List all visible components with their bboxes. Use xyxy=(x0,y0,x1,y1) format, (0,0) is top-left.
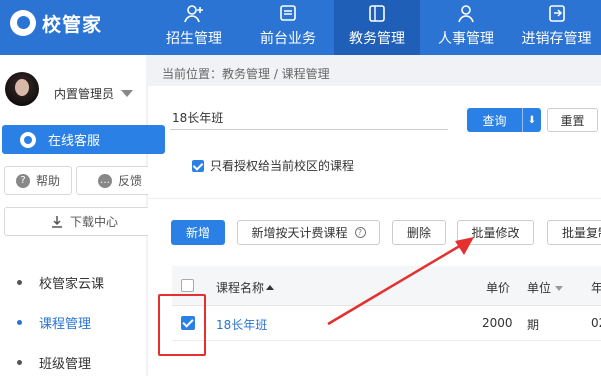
download-label: 下载中心 xyxy=(69,215,118,229)
course-extra: 02 xyxy=(591,316,601,330)
question-icon: ? xyxy=(15,173,30,188)
sort-descending-icon xyxy=(555,286,564,291)
query-label: 查询 xyxy=(482,113,507,128)
reset-button[interactable]: 重置 xyxy=(547,108,598,132)
nav-label: 前台业务 xyxy=(260,31,316,47)
nav-hr[interactable]: 人事管理 xyxy=(424,0,508,55)
user-name[interactable]: 内置管理员 xyxy=(54,85,114,102)
feedback-icon: … xyxy=(97,173,112,188)
column-header-price: 单价 xyxy=(486,281,511,295)
download-center-button[interactable]: 下载中心 xyxy=(4,207,164,236)
nav-label: 人事管理 xyxy=(438,31,494,47)
exit-box-icon xyxy=(548,5,565,22)
column-header-unit[interactable]: 单位 xyxy=(527,279,564,296)
column-header-label: 单位 xyxy=(527,281,552,295)
annotation-highlight-box xyxy=(158,294,206,356)
sidebar-item-course-management[interactable]: 课程管理 xyxy=(0,312,146,332)
nav-enrollment[interactable]: 招生管理 xyxy=(152,0,236,55)
add-button[interactable]: 新增 xyxy=(171,220,225,245)
book-icon xyxy=(369,5,385,22)
top-nav-bar: 校管家 招生管理 前台业务 教务管理 人事管理 进销存管理 xyxy=(0,0,601,55)
bullet-icon xyxy=(17,360,22,365)
nav-academic[interactable]: 教务管理 xyxy=(334,0,420,55)
download-icon xyxy=(51,215,62,228)
breadcrumb: 当前位置：教务管理 / 课程管理 xyxy=(162,67,330,81)
app-logo[interactable]: 校管家 xyxy=(10,8,102,38)
help-button[interactable]: ? 帮助 xyxy=(4,166,72,195)
column-header-extra: 年 xyxy=(591,281,601,295)
avatar[interactable] xyxy=(5,72,39,106)
authorized-only-checkbox[interactable]: 只看授权给当前校区的课程 xyxy=(192,157,354,174)
course-price: 2000 xyxy=(482,316,513,330)
nav-front-desk[interactable]: 前台业务 xyxy=(246,0,330,55)
divider xyxy=(148,198,601,199)
authorized-only-label: 只看授权给当前校区的课程 xyxy=(210,159,355,173)
chat-icon xyxy=(20,131,36,148)
person-add-icon xyxy=(184,5,203,23)
caret-down-icon[interactable] xyxy=(121,90,133,97)
double-chevron-down-icon[interactable]: ⬇ xyxy=(523,115,541,126)
sidebar-item-cloud-course[interactable]: 校管家云课 xyxy=(0,272,146,292)
help-label: 帮助 xyxy=(35,174,60,188)
nav-label: 进销存管理 xyxy=(521,31,592,47)
batch-copy-button[interactable]: 批量复制 xyxy=(547,220,601,245)
feedback-label: 反馈 xyxy=(117,174,142,188)
person-icon xyxy=(458,5,474,23)
batch-edit-button[interactable]: 批量修改 xyxy=(457,220,534,245)
sidebar-item-label: 班级管理 xyxy=(39,357,92,372)
column-header-label: 课程名称 xyxy=(216,281,265,295)
course-search-input[interactable] xyxy=(170,106,448,130)
sidebar-item-label: 校管家云课 xyxy=(39,277,105,292)
add-daily-course-button[interactable]: 新增按天计费课程 ? xyxy=(237,220,380,245)
bullet-icon xyxy=(17,320,22,325)
online-service-button[interactable]: 在线客服 xyxy=(2,125,165,154)
select-all-checkbox[interactable] xyxy=(181,279,194,292)
bullet-icon xyxy=(17,280,22,285)
nav-inventory[interactable]: 进销存管理 xyxy=(512,0,601,55)
help-circle-icon[interactable]: ? xyxy=(354,227,366,238)
add-daily-course-label: 新增按天计费课程 xyxy=(251,226,348,240)
desk-icon xyxy=(280,5,296,21)
sort-ascending-icon xyxy=(266,285,275,290)
delete-button[interactable]: 删除 xyxy=(392,220,446,245)
course-unit: 期 xyxy=(527,318,540,332)
sidebar-item-label: 课程管理 xyxy=(39,317,92,332)
logo-mark-icon xyxy=(10,10,36,36)
column-header-name[interactable]: 课程名称 xyxy=(216,279,275,296)
nav-label: 教务管理 xyxy=(349,31,405,47)
sidebar-item-class-management[interactable]: 班级管理 xyxy=(0,352,146,372)
checkbox-checked-icon[interactable] xyxy=(192,159,204,172)
query-button[interactable]: 查询 ⬇ xyxy=(467,108,541,132)
course-name-link[interactable]: 18长年班 xyxy=(216,316,267,333)
logo-text: 校管家 xyxy=(42,13,103,36)
online-service-label: 在线客服 xyxy=(48,134,101,149)
nav-label: 招生管理 xyxy=(166,31,222,47)
